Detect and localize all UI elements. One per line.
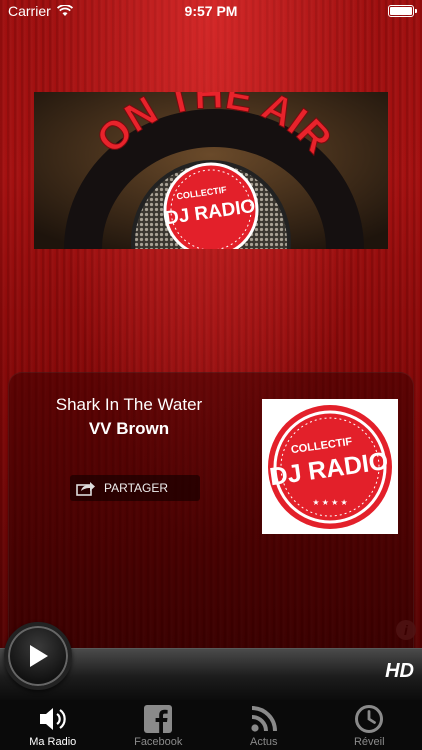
battery-icon [388,5,417,17]
tab-label: Actus [249,736,278,748]
tab-actus[interactable]: Actus [211,700,317,750]
play-button[interactable] [4,622,72,690]
share-label: PARTAGER [104,481,169,495]
tab-ma-radio[interactable]: Ma Radio [0,700,106,750]
tab-bar: Ma Radio Facebook Actus Réveil [0,700,422,750]
logo-stars: ★ ★ ★ ★ [312,498,347,507]
track-artist: VV Brown [88,419,170,438]
station-logo: COLLECTIF DJ RADIO ★ ★ ★ ★ [262,399,398,534]
station-logo-badge: COLLECTIF DJ RADIO ★ ★ ★ ★ [268,404,392,529]
info-button[interactable]: i [396,620,416,640]
on-air-microphone-image: ON THE AIR COLLECTIF DJ RADIO [34,92,388,249]
tab-label: Facebook [134,736,183,748]
tab-facebook[interactable]: Facebook [106,700,212,750]
tab-label: Réveil [353,736,385,748]
hd-badge[interactable]: HD [385,660,414,683]
share-icon [76,482,95,496]
rss-icon [251,706,277,732]
carrier-label: Carrier [8,3,51,19]
tab-label: Ma Radio [29,736,77,748]
play-icon [30,645,48,667]
facebook-icon [144,705,173,733]
clock-icon [355,705,384,733]
status-bar: Carrier 9:57 PM [0,0,422,22]
speaker-icon [39,708,66,730]
tab-reveil[interactable]: Réveil [317,700,422,750]
share-button[interactable]: PARTAGER [70,475,200,501]
on-the-air-banner: ON THE AIR COLLECTIF DJ RADIO [34,92,388,249]
track-title: Shark In The Water [55,395,203,414]
now-playing-card: Shark In The Water VV Brown PARTAGER COL… [8,372,416,662]
wifi-icon [56,5,73,16]
